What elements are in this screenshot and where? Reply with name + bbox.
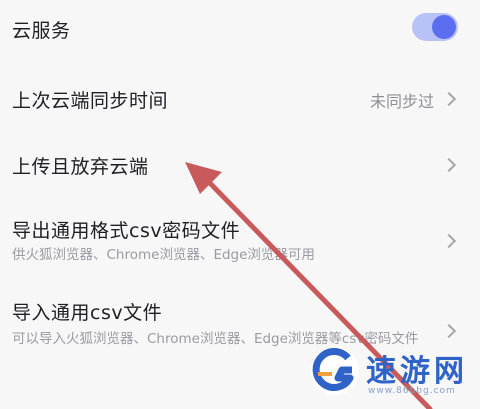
cloud-service-row[interactable]: 云服务 <box>0 0 480 56</box>
chevron-right-icon <box>441 91 457 107</box>
watermark-url: www.86bbg.com <box>368 386 456 396</box>
chevron-right-icon <box>441 233 457 249</box>
last-sync-title: 上次云端同步时间 <box>12 90 169 112</box>
upload-abandon-row[interactable]: 上传且放弃云端 <box>0 140 480 192</box>
last-sync-value: 未同步过 <box>369 92 434 111</box>
export-csv-desc: 供火狐浏览器、Chrome浏览器、Edge浏览器可用 <box>12 247 315 263</box>
last-sync-row[interactable]: 上次云端同步时间 未同步过 <box>0 74 480 126</box>
export-csv-title: 导出通用格式csv密码文件 <box>12 220 241 242</box>
export-csv-row[interactable]: 导出通用格式csv密码文件 供火狐浏览器、Chrome浏览器、Edge浏览器可用 <box>0 208 480 274</box>
watermark: 速游网 www.86bbg.com <box>308 340 476 402</box>
toggle-knob <box>432 15 456 39</box>
watermark-brand: 速游网 <box>366 354 468 389</box>
upload-abandon-title: 上传且放弃云端 <box>12 156 149 178</box>
cloud-service-toggle[interactable] <box>412 13 458 41</box>
import-csv-title: 导入通用csv文件 <box>12 302 163 324</box>
chevron-right-icon <box>441 323 457 339</box>
chevron-right-icon <box>441 157 457 173</box>
cloud-service-title: 云服务 <box>12 20 71 42</box>
watermark-logo-icon <box>311 347 359 395</box>
